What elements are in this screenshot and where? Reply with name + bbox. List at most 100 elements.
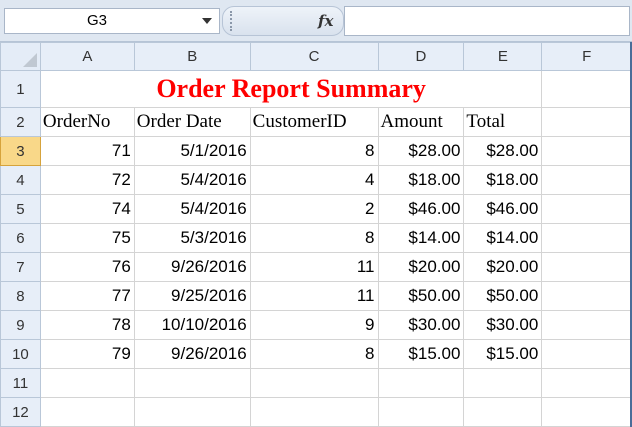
cell[interactable] [541,397,632,427]
cell[interactable]: 75 [39,223,135,253]
cell[interactable]: 74 [39,194,135,224]
cell[interactable] [541,339,632,369]
cell[interactable]: 9/26/2016 [133,252,251,282]
cell[interactable]: $30.00 [463,310,543,340]
cell[interactable]: 10/10/2016 [133,310,251,340]
cell-f2[interactable] [541,107,632,137]
cell[interactable] [541,310,632,340]
header-total[interactable]: Total [463,107,543,137]
cell[interactable]: 11 [249,252,379,282]
cell[interactable]: $30.00 [377,310,465,340]
cell[interactable]: 71 [39,136,135,166]
cell[interactable]: 9 [249,310,379,340]
cell[interactable]: $50.00 [463,281,543,311]
cell[interactable]: 4 [249,165,379,195]
cell[interactable] [249,368,379,398]
name-box[interactable]: G3 [4,8,220,34]
cell[interactable] [463,397,543,427]
cell[interactable] [541,165,632,195]
cell[interactable]: $18.00 [377,165,465,195]
cell[interactable] [541,252,632,282]
cell[interactable]: 5/4/2016 [133,165,251,195]
table-row: 6 75 5/3/2016 8 $14.00 $14.00 [0,223,632,253]
cell[interactable]: $18.00 [463,165,543,195]
cell[interactable] [541,281,632,311]
cell[interactable]: $28.00 [463,136,543,166]
table-row: 7 76 9/26/2016 11 $20.00 $20.00 [0,252,632,282]
column-header-b[interactable]: B [133,42,251,71]
formula-bar: G3 fx [0,0,632,42]
cell[interactable]: $46.00 [463,194,543,224]
cell[interactable]: 72 [39,165,135,195]
row-header-12[interactable]: 12 [0,397,41,427]
cell[interactable] [377,368,465,398]
cell[interactable]: 5/4/2016 [133,194,251,224]
column-header-a[interactable]: A [39,42,135,71]
header-amount[interactable]: Amount [377,107,465,137]
row-header-10[interactable]: 10 [0,339,41,369]
row-header-11[interactable]: 11 [0,368,41,398]
row-header-6[interactable]: 6 [0,223,41,253]
cell[interactable]: 76 [39,252,135,282]
header-customerid[interactable]: CustomerID [249,107,379,137]
column-header-e[interactable]: E [463,42,543,71]
cell[interactable]: $15.00 [377,339,465,369]
cell[interactable]: 5/1/2016 [133,136,251,166]
cell[interactable]: $15.00 [463,339,543,369]
cell[interactable]: 8 [249,136,379,166]
table-row: 8 77 9/25/2016 11 $50.00 $50.00 [0,281,632,311]
cell[interactable] [39,397,135,427]
cell[interactable]: $20.00 [377,252,465,282]
table-row: 9 78 10/10/2016 9 $30.00 $30.00 [0,310,632,340]
resize-grip-icon[interactable] [230,11,236,31]
cell[interactable] [39,368,135,398]
cell[interactable]: 78 [39,310,135,340]
cell[interactable] [463,368,543,398]
cell[interactable] [377,397,465,427]
cell[interactable] [249,397,379,427]
column-header-f[interactable]: F [541,42,632,71]
insert-function-icon[interactable]: fx [318,9,342,33]
cell[interactable]: $28.00 [377,136,465,166]
cell[interactable]: 2 [249,194,379,224]
spreadsheet-table: A B C D E F 1 Order Report Summary 2 Ord… [0,42,632,427]
cell[interactable]: 8 [249,339,379,369]
cell[interactable] [133,368,251,398]
cell[interactable]: $50.00 [377,281,465,311]
cell[interactable]: 9/26/2016 [133,339,251,369]
table-row: 4 72 5/4/2016 4 $18.00 $18.00 [0,165,632,195]
cell[interactable] [541,223,632,253]
row-header-2[interactable]: 2 [0,107,41,137]
cell-f1[interactable] [541,70,632,108]
formula-input[interactable] [344,6,630,36]
cell[interactable] [541,368,632,398]
cell[interactable]: $14.00 [463,223,543,253]
cell[interactable]: 11 [249,281,379,311]
name-box-dropdown-icon[interactable] [202,18,212,24]
cell[interactable] [541,136,632,166]
cell[interactable]: $14.00 [377,223,465,253]
select-all-corner[interactable] [0,42,41,71]
row-header-8[interactable]: 8 [0,281,41,311]
cell[interactable] [541,194,632,224]
header-order-date[interactable]: Order Date [133,107,251,137]
row-header-9[interactable]: 9 [0,310,41,340]
cell[interactable]: 9/25/2016 [133,281,251,311]
cell[interactable]: 77 [39,281,135,311]
column-header-d[interactable]: D [377,42,465,71]
cell[interactable]: 5/3/2016 [133,223,251,253]
row-header-5[interactable]: 5 [0,194,41,224]
table-row: 10 79 9/26/2016 8 $15.00 $15.00 [0,339,632,369]
cell[interactable]: $46.00 [377,194,465,224]
row-header-4[interactable]: 4 [0,165,41,195]
cell[interactable]: $20.00 [463,252,543,282]
row-header-1[interactable]: 1 [0,70,41,108]
row-header-3[interactable]: 3 [0,136,41,166]
cell[interactable] [133,397,251,427]
cell[interactable]: 79 [39,339,135,369]
cell[interactable]: 8 [249,223,379,253]
column-header-c[interactable]: C [249,42,379,71]
report-title[interactable]: Order Report Summary [39,70,543,108]
header-orderno[interactable]: OrderNo [39,107,135,137]
row-header-7[interactable]: 7 [0,252,41,282]
